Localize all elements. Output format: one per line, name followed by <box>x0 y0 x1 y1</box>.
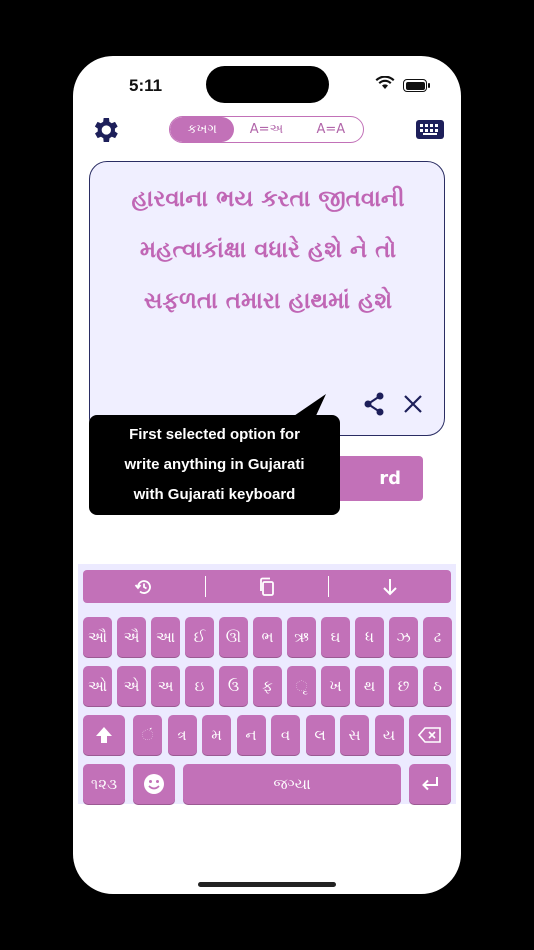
key[interactable]: થ <box>355 666 384 706</box>
key[interactable]: ઐ <box>117 617 146 657</box>
key[interactable]: વ <box>271 715 300 755</box>
wifi-icon <box>375 76 395 89</box>
history-icon <box>134 579 151 594</box>
copy-button[interactable] <box>206 570 328 603</box>
key[interactable]: ઔ <box>83 617 112 657</box>
home-indicator <box>198 882 336 887</box>
key[interactable]: ઉ <box>219 666 248 706</box>
tooltip: First selected option for write anything… <box>89 415 340 515</box>
return-key[interactable] <box>409 764 451 804</box>
mode-gujarati[interactable]: કખગ <box>170 117 235 142</box>
key[interactable]: ખ <box>321 666 350 706</box>
emoji-key[interactable] <box>133 764 175 804</box>
emoji-icon <box>144 774 164 794</box>
key[interactable]: લ <box>305 715 335 755</box>
return-icon <box>422 777 438 791</box>
key[interactable]: ઊ <box>219 617 248 657</box>
tooltip-line: with Gujarati keyboard <box>133 486 296 503</box>
text-editor[interactable]: હારવાના ભય કરતા જીતવાની મહત્વાકાંક્ષા વધ… <box>89 161 445 436</box>
history-button[interactable] <box>83 570 205 603</box>
key[interactable]: ભ <box>253 617 282 657</box>
numbers-key[interactable]: ૧૨૩ <box>83 764 125 804</box>
shift-icon <box>96 727 112 743</box>
copy-icon <box>260 577 274 596</box>
mode-english[interactable]: A=A <box>299 117 363 142</box>
key[interactable]: ય <box>374 715 404 755</box>
keyboard-toolbar <box>83 570 451 603</box>
key[interactable]: એ <box>117 666 146 706</box>
key[interactable]: આ <box>151 617 180 657</box>
dynamic-island <box>206 66 329 103</box>
editor-line: સફળતા તમારા હાથમાં હશે <box>143 288 393 314</box>
key[interactable]: ઋ <box>287 617 316 657</box>
battery-icon <box>403 79 430 92</box>
key[interactable]: ઓ <box>83 666 112 706</box>
key[interactable]: ત્ર <box>167 715 197 755</box>
key[interactable]: ન <box>236 715 266 755</box>
mode-transliterate[interactable]: A=અ <box>234 117 298 142</box>
space-key[interactable]: જગ્યા <box>183 764 401 804</box>
keyboard-icon[interactable] <box>416 120 444 139</box>
key[interactable]: મ <box>202 715 231 755</box>
shift-key[interactable] <box>83 715 125 755</box>
gujarati-keyboard: ૧૨૩ જગ્યા ઔ ઐ આ ઈ ઊ ભ ઋ ઘ ધ ઝ ઢ ઓ એ અ ઇ ઉ ફૃ ખ થ છ ઠં ત્ર મ ન વ લ… <box>78 564 456 804</box>
input-mode-toggle[interactable]: કખગ A=અ A=A <box>169 116 364 143</box>
key[interactable]: છ <box>389 666 418 706</box>
editor-text[interactable]: હારવાના ભય કરતા જીતવાની મહત્વાકાંક્ષા વધ… <box>108 174 428 327</box>
tooltip-line: First selected option for <box>129 426 300 443</box>
editor-line: હારવાના ભય કરતા જીતવાની <box>131 186 405 212</box>
key[interactable]: ઢ <box>423 617 452 657</box>
share-icon[interactable] <box>363 392 385 416</box>
key[interactable]: ઘ <box>321 617 350 657</box>
phone-screen: 5:11 કખગ A=અ A=A હારવાના ભય કરતા જીતવાની… <box>73 56 461 894</box>
key[interactable]: ઈ <box>185 617 214 657</box>
backspace-key[interactable] <box>409 715 451 755</box>
gear-icon[interactable] <box>89 114 121 146</box>
key[interactable]: ફ <box>253 666 282 706</box>
key[interactable]: સ <box>340 715 369 755</box>
arrow-down-icon <box>383 578 397 595</box>
key[interactable]: ઠ <box>423 666 452 706</box>
editor-line: મહત્વાકાંક્ષા વધારે હશે ને તો <box>139 237 397 263</box>
backspace-icon <box>418 727 441 743</box>
key[interactable]: ધ <box>355 617 384 657</box>
status-time: 5:11 <box>129 76 163 95</box>
key[interactable]: ઇ <box>185 666 214 706</box>
hide-keyboard-button[interactable] <box>329 570 451 603</box>
close-icon[interactable] <box>403 394 423 414</box>
tooltip-line: write anything in Gujarati <box>124 456 305 473</box>
key[interactable]: ઝ <box>389 617 418 657</box>
key[interactable]: ૃ <box>287 666 316 706</box>
key[interactable]: ં <box>133 715 162 755</box>
key[interactable]: અ <box>151 666 180 706</box>
